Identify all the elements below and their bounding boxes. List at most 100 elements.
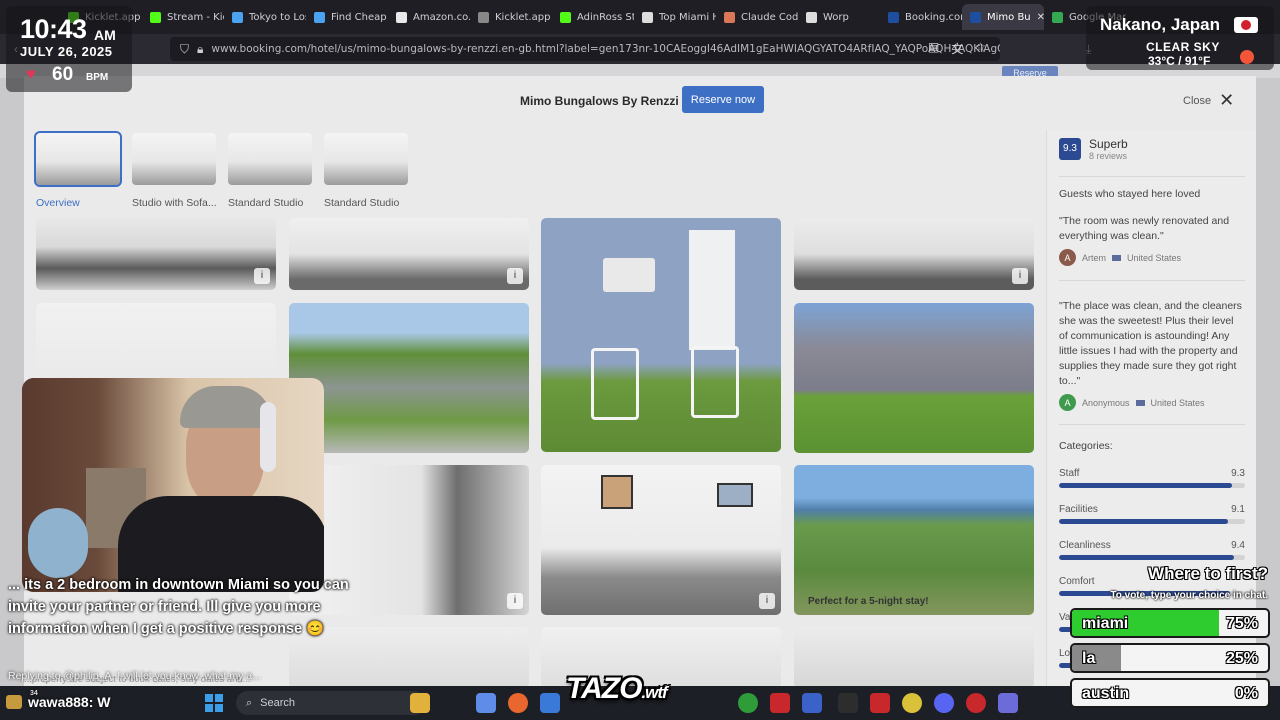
- tab-label: Stream - Kick: [167, 11, 224, 23]
- heart-rate: 60: [52, 64, 74, 85]
- reviewer-info: A Anonymous United States: [1059, 394, 1205, 411]
- thumbnail-label[interactable]: Overview: [36, 197, 120, 209]
- thumbnail-image[interactable]: [324, 133, 408, 185]
- category-name: Cleanliness: [1059, 540, 1111, 551]
- address-bar[interactable]: ⛉ 🔒︎ www.booking.com/hotel/us/mimo-bunga…: [170, 37, 1000, 61]
- browser-tab[interactable]: Mimo Bu ✕: [962, 4, 1044, 30]
- browser-tab[interactable]: Claude Code: [716, 4, 798, 30]
- chat-overlay: ... its a 2 bedroom in downtown Miami so…: [0, 574, 360, 720]
- bookmark-star-icon[interactable]: ☆: [975, 40, 986, 57]
- review-count[interactable]: 8 reviews: [1089, 151, 1127, 161]
- tab-label: Amazon.co.j: [413, 11, 470, 23]
- browser-tab[interactable]: Top Miami H: [634, 4, 716, 30]
- category-value: 9.3: [1231, 468, 1245, 479]
- poll-option-name: la: [1082, 650, 1096, 667]
- browser-tab[interactable]: Worp: [798, 4, 880, 30]
- translate-icon[interactable]: 文: [951, 40, 963, 57]
- favicon-icon: [1052, 11, 1063, 23]
- poll-option-percent: 0%: [1234, 685, 1258, 702]
- browser-tab[interactable]: AdinRoss St: [552, 4, 634, 30]
- browser-tab[interactable]: Amazon.co.j: [388, 4, 470, 30]
- room-thumbnail[interactable]: Standard Studio: [324, 133, 408, 209]
- category-score: Staff 9.3: [1059, 468, 1245, 488]
- perfect-stay-banner: Perfect for a 5-night stay!: [808, 596, 929, 607]
- tab-close-icon[interactable]: ✕: [1037, 12, 1044, 23]
- chrome-icon[interactable]: [902, 693, 922, 713]
- photo-living-dining[interactable]: i: [541, 465, 781, 615]
- firefox-icon[interactable]: [508, 693, 528, 713]
- epic-games-icon[interactable]: [838, 693, 858, 713]
- poll-bar-fill: [1072, 645, 1121, 671]
- subscriber-badge-icon: [6, 695, 22, 709]
- info-icon[interactable]: i: [507, 268, 523, 284]
- poll-option: la 25%: [1070, 643, 1270, 673]
- store-icon[interactable]: [540, 693, 560, 713]
- photo-room[interactable]: [794, 627, 1034, 686]
- category-value: 9.4: [1231, 540, 1245, 551]
- app-icon[interactable]: [998, 693, 1018, 713]
- badge-months: 34: [30, 690, 38, 697]
- browser-tab[interactable]: Booking.com: [880, 4, 962, 30]
- review-quote: "The place was clean, and the cleaners s…: [1059, 300, 1242, 387]
- favicon-icon: [970, 11, 981, 23]
- browser-tab[interactable]: Tokyo to Los: [224, 4, 306, 30]
- logo-main: TAZO: [566, 672, 642, 705]
- lock-icon[interactable]: 🔒︎: [197, 42, 203, 57]
- reader-view-icon[interactable]: ▤: [928, 40, 939, 57]
- browser-tab[interactable]: Stream - Kick: [142, 4, 224, 30]
- app-icon[interactable]: [802, 693, 822, 713]
- app-icon[interactable]: [770, 693, 790, 713]
- photo-dining[interactable]: i: [794, 218, 1034, 290]
- thumbnail-label[interactable]: Standard Studio: [228, 197, 312, 209]
- info-icon[interactable]: i: [759, 593, 775, 609]
- category-bar-fill: [1059, 555, 1234, 560]
- room-thumbnail[interactable]: Standard Studio: [228, 133, 312, 209]
- tab-label: Mimo Bu: [987, 11, 1031, 23]
- info-icon[interactable]: i: [254, 268, 270, 284]
- photo-exterior-patio[interactable]: [541, 218, 781, 452]
- tab-label: Claude Code: [741, 11, 798, 23]
- app-icon[interactable]: [966, 693, 986, 713]
- room-thumbnail[interactable]: Overview: [34, 131, 122, 209]
- discord-icon[interactable]: [934, 693, 954, 713]
- info-icon[interactable]: i: [507, 593, 523, 609]
- thumbnail-label[interactable]: Standard Studio: [324, 197, 408, 209]
- poll-option-percent: 75%: [1225, 615, 1258, 632]
- photo-bedroom[interactable]: i: [289, 218, 529, 290]
- poll-option: austin 0%: [1070, 678, 1270, 708]
- poll-hint: To vote, type your choice in chat.: [1110, 590, 1268, 601]
- close-button[interactable]: Close ✕: [1183, 90, 1234, 111]
- category-bar-fill: [1059, 519, 1229, 524]
- reserve-now-button[interactable]: Reserve now: [682, 86, 764, 113]
- shield-icon[interactable]: ⛉: [180, 42, 189, 57]
- ac-unit: [603, 258, 655, 292]
- photo-aerial-city[interactable]: [794, 465, 1034, 615]
- copilot-icon[interactable]: [476, 693, 496, 713]
- review-quote: "The room was newly renovated and everyt…: [1059, 215, 1230, 242]
- favicon-icon: [560, 11, 571, 23]
- tab-label: AdinRoss St: [577, 11, 634, 23]
- category-name: Facilities: [1059, 504, 1098, 515]
- favicon-icon: [314, 11, 325, 23]
- browser-tab[interactable]: Kicklet.app: [470, 4, 552, 30]
- thumbnail-label[interactable]: Studio with Sofa...: [132, 197, 216, 209]
- loved-heading: Guests who stayed here loved: [1059, 188, 1201, 200]
- app-icon[interactable]: [870, 693, 890, 713]
- reviewer-info: A Artem United States: [1059, 249, 1181, 266]
- thumbnail-image[interactable]: [132, 133, 216, 185]
- webcam-feed: [22, 378, 324, 592]
- thumbnail-image[interactable]: [34, 131, 122, 187]
- photo-kitchen[interactable]: i: [36, 218, 276, 290]
- thumbnail-image[interactable]: [228, 133, 312, 185]
- room-thumbnail[interactable]: Studio with Sofa...: [132, 133, 216, 209]
- close-icon[interactable]: ✕: [1219, 90, 1234, 111]
- favicon-icon: [724, 11, 735, 23]
- photo-building-lawn[interactable]: [794, 303, 1034, 453]
- browser-tab[interactable]: Find Cheap: [306, 4, 388, 30]
- info-icon[interactable]: i: [1012, 268, 1028, 284]
- sky-condition: CLEAR SKY: [1146, 40, 1220, 54]
- photo-aerial-street[interactable]: [289, 303, 529, 453]
- chair: [691, 346, 739, 418]
- xbox-icon[interactable]: [738, 693, 758, 713]
- file-explorer-icon[interactable]: [410, 693, 430, 713]
